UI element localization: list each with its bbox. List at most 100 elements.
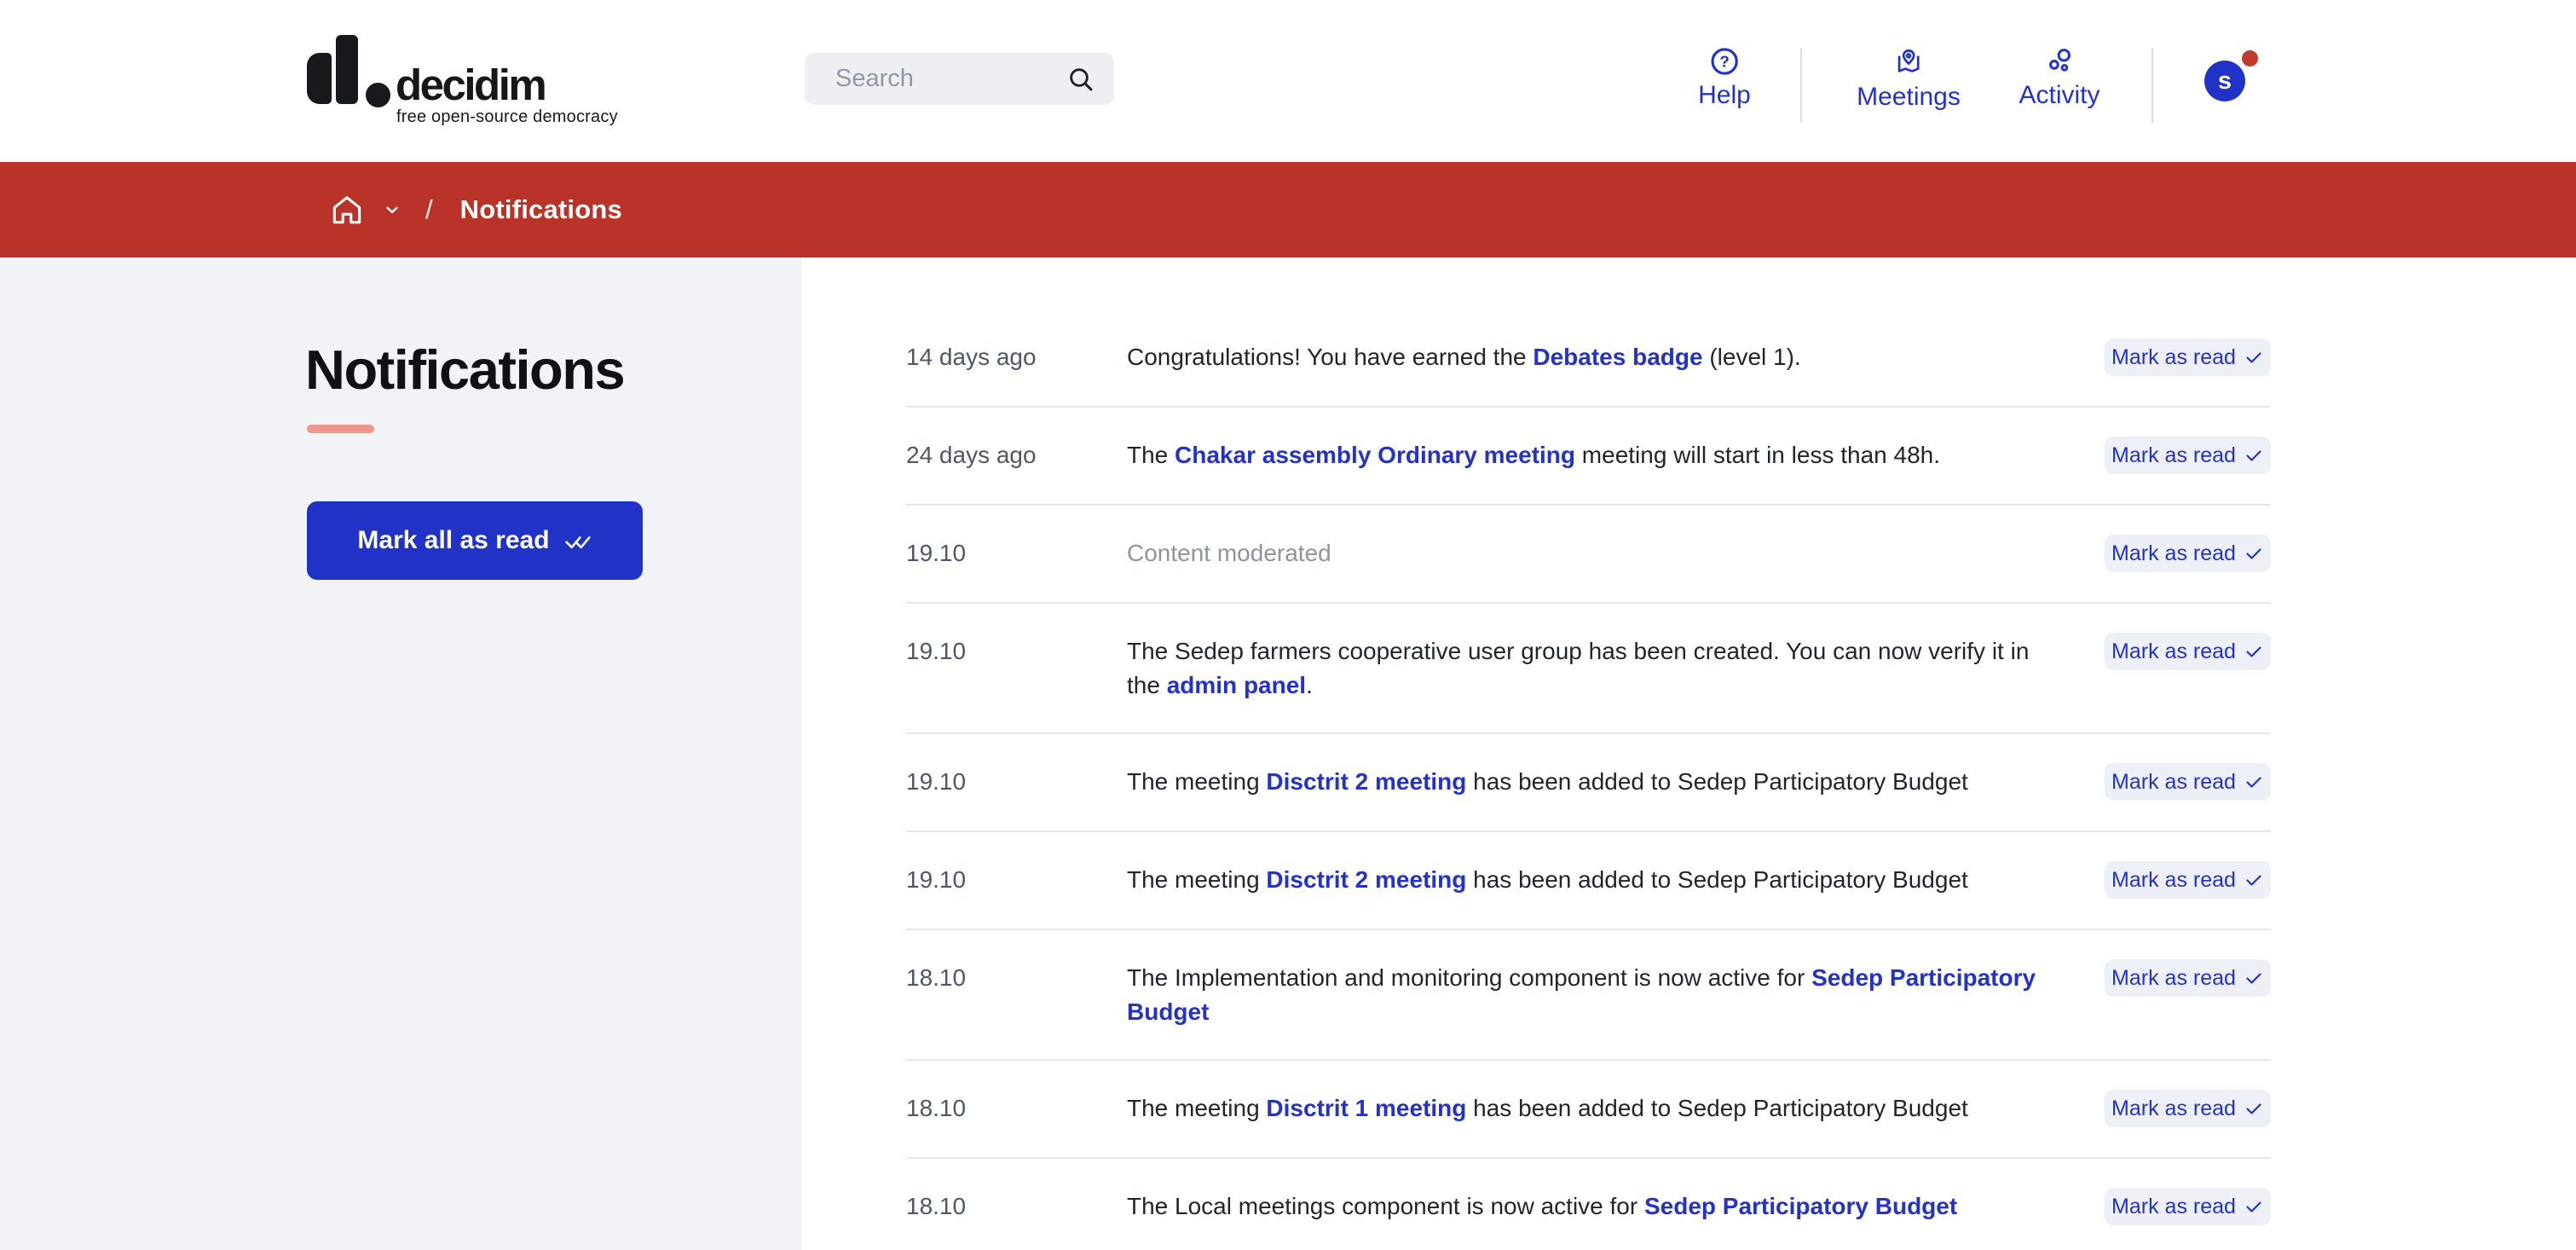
breadcrumb-separator: / [425, 194, 433, 225]
user-avatar[interactable]: s [2204, 61, 2245, 101]
notification-link[interactable]: Disctrit 2 meeting [1266, 768, 1466, 795]
notification-date: 24 days ago [906, 438, 1127, 472]
check-icon [2244, 1098, 2264, 1119]
nav-help[interactable]: ? Help [1698, 46, 1751, 108]
notifications-list: 14 days agoCongratulations! You have ear… [906, 310, 2271, 1250]
notification-text-segment: . [1306, 672, 1313, 698]
nav-meetings-label: Meetings [1857, 84, 1961, 110]
notification-text-segment: The meeting [1127, 866, 1266, 893]
help-icon: ? [1709, 46, 1740, 77]
map-pin-icon [1892, 46, 1925, 78]
check-icon [2244, 445, 2264, 466]
notification-link[interactable]: Disctrit 2 meeting [1266, 866, 1466, 893]
notification-row: 18.10The meeting Disctrit 1 meeting has … [906, 1061, 2271, 1159]
mark-as-read-label: Mark as read [2111, 770, 2236, 795]
logo-brand: decidim [396, 63, 545, 107]
sidebar: Notifications Mark all as read [0, 258, 801, 1250]
mark-as-read-label: Mark as read [2111, 868, 2236, 893]
notification-text-segment: The meeting [1127, 1095, 1266, 1121]
notification-text: The Local meetings component is now acti… [1127, 1189, 2105, 1224]
notification-text: The Implementation and monitoring compon… [1127, 961, 2105, 1029]
notification-action: Mark as read [2105, 765, 2271, 801]
notification-text: Congratulations! You have earned the Deb… [1127, 340, 2105, 374]
mark-as-read-button[interactable]: Mark as read [2105, 861, 2271, 899]
mark-all-as-read-button[interactable]: Mark all as read [307, 501, 643, 580]
mark-as-read-button[interactable]: Mark as read [2105, 535, 2271, 572]
mark-as-read-button[interactable]: Mark as read [2105, 437, 2271, 474]
notification-dot [2242, 50, 2258, 67]
notification-row: 24 days agoThe Chakar assembly Ordinary … [906, 408, 2271, 506]
notification-date: 14 days ago [906, 340, 1127, 374]
header-divider [2151, 48, 2153, 123]
notification-action: Mark as read [2105, 863, 2271, 899]
mark-as-read-button[interactable]: Mark as read [2105, 1188, 2271, 1225]
mark-as-read-button[interactable]: Mark as read [2105, 1090, 2271, 1127]
notification-link[interactable]: admin panel [1167, 672, 1306, 698]
notification-link[interactable]: Chakar assembly Ordinary meeting [1175, 442, 1575, 468]
nav-activity-label: Activity [2019, 83, 2099, 108]
notification-row: 18.10The Implementation and monitoring c… [906, 930, 2271, 1061]
check-icon [2244, 1196, 2264, 1217]
notification-text-segment: Congratulations! You have earned the [1127, 344, 1533, 370]
notification-text: The Chakar assembly Ordinary meeting mee… [1127, 438, 2105, 472]
check-icon [2244, 968, 2264, 988]
mark-as-read-label: Mark as read [2111, 345, 2236, 370]
notification-text-segment: has been added to Sedep Participatory Bu… [1466, 866, 1967, 893]
mark-as-read-label: Mark as read [2111, 1097, 2236, 1121]
header: decidim free open-source democracy ? Hel… [0, 0, 2576, 162]
notification-text: Content moderated [1127, 536, 2105, 570]
breadcrumb: / Notifications [0, 162, 2576, 258]
notification-text: The meeting Disctrit 1 meeting has been … [1127, 1091, 2105, 1126]
check-icon [2244, 870, 2264, 890]
notification-date: 19.10 [906, 863, 1127, 897]
breadcrumb-current[interactable]: Notifications [460, 194, 622, 225]
notification-text-segment: The Implementation and monitoring compon… [1127, 964, 1811, 991]
check-icon [2244, 347, 2264, 367]
page-title: Notifications [305, 338, 624, 402]
logo-bar-icon [307, 53, 332, 104]
search-icon[interactable] [1066, 65, 1095, 94]
nav-activity[interactable]: Activity [2019, 46, 2099, 108]
logo-tagline: free open-source democracy [396, 107, 618, 127]
check-icon [2244, 543, 2264, 564]
notifications-panel: 14 days agoCongratulations! You have ear… [801, 258, 2576, 1250]
mark-as-read-label: Mark as read [2111, 639, 2236, 664]
notification-action: Mark as read [2105, 634, 2271, 670]
logo-bar-icon [336, 35, 358, 104]
search-box [805, 53, 1114, 105]
mark-as-read-button[interactable]: Mark as read [2105, 959, 2271, 997]
nav-help-label: Help [1698, 83, 1751, 108]
notification-text-segment: (level 1). [1703, 344, 1801, 370]
check-icon [2244, 772, 2264, 792]
decidim-logo[interactable]: decidim free open-source democracy [0, 0, 631, 162]
notification-text-segment: The Local meetings component is now acti… [1127, 1193, 1644, 1219]
notification-text-segment: Content moderated [1127, 540, 1331, 566]
mark-as-read-button[interactable]: Mark as read [2105, 633, 2271, 670]
mark-as-read-label: Mark as read [2111, 1195, 2236, 1219]
notification-text: The meeting Disctrit 2 meeting has been … [1127, 863, 2105, 897]
mark-as-read-button[interactable]: Mark as read [2105, 339, 2271, 376]
mark-as-read-button[interactable]: Mark as read [2105, 763, 2271, 801]
notification-action: Mark as read [2105, 340, 2271, 376]
notification-action: Mark as read [2105, 536, 2271, 572]
avatar-initial: s [2218, 67, 2232, 95]
notification-text: The Sedep farmers cooperative user group… [1127, 634, 2105, 703]
chevron-down-icon[interactable] [383, 200, 401, 219]
notification-row: 19.10The meeting Disctrit 2 meeting has … [906, 734, 2271, 832]
notification-row: 19.10The Sedep farmers cooperative user … [906, 604, 2271, 734]
bubbles-icon [2044, 46, 2075, 77]
notification-link[interactable]: Sedep Participatory Budget [1644, 1193, 1957, 1219]
notification-link[interactable]: Debates badge [1533, 344, 1702, 370]
notification-date: 18.10 [906, 1189, 1127, 1224]
notification-link[interactable]: Disctrit 1 meeting [1266, 1095, 1466, 1121]
notification-action: Mark as read [2105, 438, 2271, 474]
nav-meetings[interactable]: Meetings [1857, 46, 1961, 110]
notification-row: 19.10The meeting Disctrit 2 meeting has … [906, 832, 2271, 930]
home-icon[interactable] [328, 191, 366, 229]
notification-date: 19.10 [906, 765, 1127, 799]
title-accent-bar [307, 425, 374, 433]
notification-date: 19.10 [906, 634, 1127, 668]
notification-text: The meeting Disctrit 2 meeting has been … [1127, 765, 2105, 799]
notification-text-segment: The [1127, 442, 1175, 468]
mark-all-label: Mark all as read [357, 526, 549, 555]
